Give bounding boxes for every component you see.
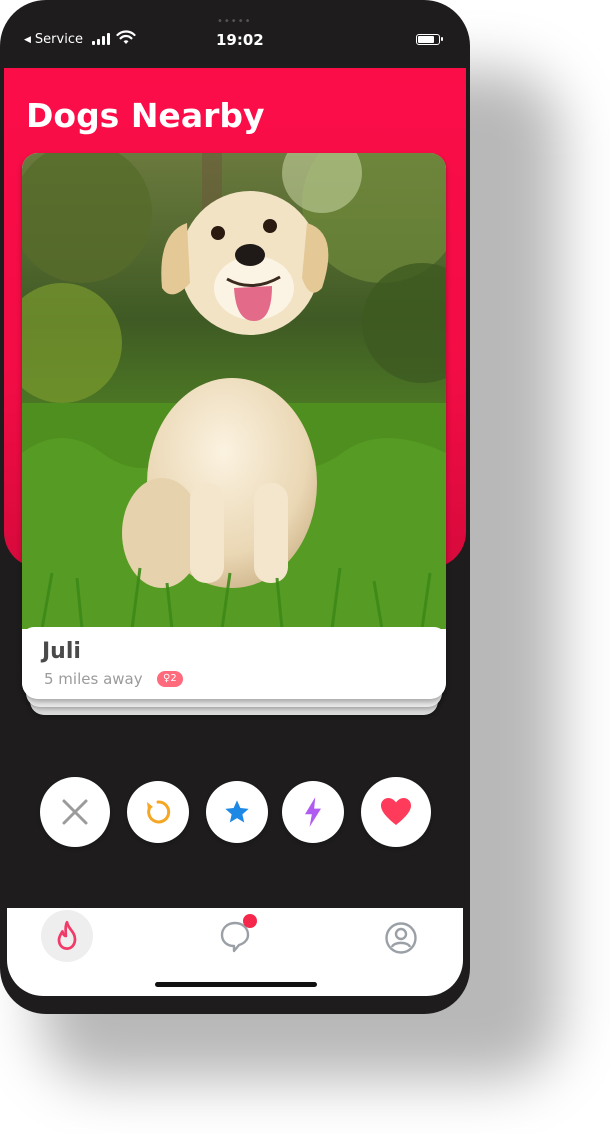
page-title: Dogs Nearby <box>26 96 265 135</box>
tab-discover[interactable] <box>41 910 93 962</box>
super-like-button[interactable] <box>206 781 268 843</box>
star-icon <box>225 800 249 823</box>
close-icon <box>62 799 88 825</box>
phone-frame: ••••• ◀ Service 19:02 Dogs Nearby Juli 5… <box>0 0 470 1014</box>
photo-count-badge: ♀2 <box>157 671 183 687</box>
like-button[interactable] <box>361 777 431 847</box>
nope-button[interactable] <box>40 777 110 847</box>
lightning-icon <box>305 797 321 827</box>
bottom-nav <box>7 908 463 996</box>
profile-card[interactable]: Juli 5 miles away ♀2 <box>22 153 446 699</box>
card-info: Juli 5 miles away ♀2 <box>22 627 446 699</box>
home-indicator <box>155 982 317 987</box>
wifi-icon <box>116 30 136 44</box>
battery-icon <box>416 34 443 45</box>
tab-profile[interactable] <box>381 918 421 958</box>
heart-icon <box>381 798 411 825</box>
back-arrow-icon: ◀ <box>24 34 31 45</box>
rewind-icon <box>147 800 171 824</box>
tab-messages[interactable] <box>217 914 257 956</box>
signal-icon <box>92 33 110 45</box>
flame-icon <box>57 920 77 950</box>
badge-count: 2 <box>170 673 177 684</box>
notification-dot <box>243 914 257 928</box>
dog-photo <box>22 153 446 629</box>
distance-label: 5 miles away <box>44 670 143 688</box>
clock: 19:02 <box>216 31 264 49</box>
speaker-grille: ••••• <box>217 16 252 27</box>
carrier-label: Service <box>34 32 83 47</box>
profile-icon <box>385 922 417 954</box>
boost-button[interactable] <box>282 781 344 843</box>
status-bar: ••••• ◀ Service 19:02 <box>0 0 470 68</box>
carrier: ◀ Service <box>24 32 83 47</box>
rewind-button[interactable] <box>127 781 189 843</box>
dog-name: Juli <box>42 639 81 664</box>
